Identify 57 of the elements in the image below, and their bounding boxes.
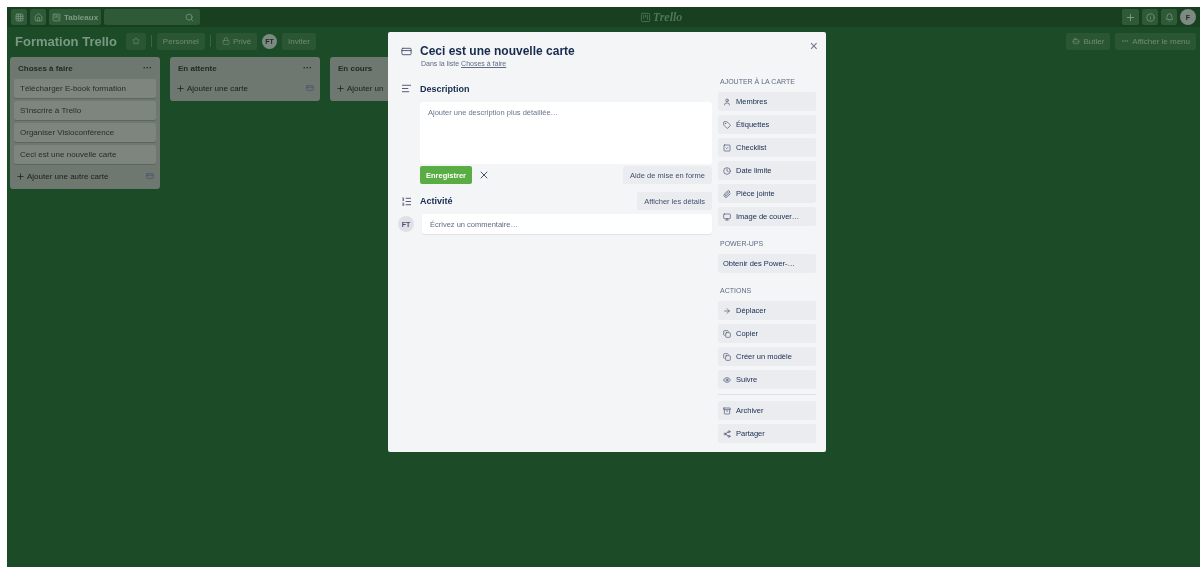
card-title[interactable]: Ceci est une nouvelle carte [420,44,575,58]
notifications-button[interactable] [1161,9,1177,25]
clock-icon [723,166,731,175]
copy-icon [723,329,731,338]
plus-icon [16,171,25,181]
plus-icon [176,83,185,93]
card[interactable]: Télécharger E-book formation [14,79,156,98]
apps-button[interactable] [11,9,27,25]
activity-icon [401,195,412,207]
search-icon [185,12,195,22]
list-title[interactable]: En cours [338,63,373,73]
list-menu-button[interactable]: ··· [303,63,312,73]
list-title[interactable]: En attente [178,63,217,73]
list-menu-button[interactable]: ··· [143,63,152,73]
card[interactable]: Organiser Visioconférence [14,123,156,142]
template-icon[interactable] [146,172,154,180]
checkbox-icon [723,143,731,152]
ellipsis-icon [1121,37,1130,45]
search-field[interactable] [104,9,201,25]
template-icon[interactable] [306,84,314,92]
card-icon [401,45,412,57]
eye-icon [723,375,731,384]
monitor-icon [723,212,731,221]
board-title[interactable]: Formation Trello [11,33,121,49]
plus-icon [336,83,345,93]
add-card-button[interactable]: Ajouter une carte [176,83,248,93]
share-icon [723,429,731,438]
card[interactable]: S'inscrire à Trello [14,101,156,120]
card[interactable]: Ceci est une nouvelle carte [14,145,156,164]
board-icon [52,12,61,22]
robot-icon [1072,37,1081,45]
info-icon [1145,12,1155,22]
plus-icon [1125,11,1136,23]
create-button[interactable] [1122,9,1139,25]
list-title[interactable]: Choses à faire [18,63,73,73]
template-icon [723,352,731,361]
invite-button[interactable]: Inviter [282,32,316,50]
add-card-button[interactable]: Ajouter un [336,83,384,93]
lock-icon [221,37,230,45]
person-icon [723,97,731,106]
archive-icon [723,406,731,415]
grid-icon [14,12,24,22]
star-icon [131,37,140,45]
star-button[interactable] [125,32,146,50]
close-button[interactable]: × [809,38,818,54]
bell-icon [1164,12,1174,22]
boards-button[interactable]: Tableaux [49,9,102,25]
section-heading: Description [420,83,470,94]
paperclip-icon [723,189,731,198]
info-button[interactable] [1142,9,1158,25]
add-card-button[interactable]: Ajouter une autre carte [16,171,109,181]
section-heading: Activité [420,196,453,206]
home-button[interactable] [30,9,46,25]
arrow-right-icon [723,306,731,315]
tag-icon [723,120,731,129]
description-icon [401,83,412,94]
home-icon [33,12,43,22]
